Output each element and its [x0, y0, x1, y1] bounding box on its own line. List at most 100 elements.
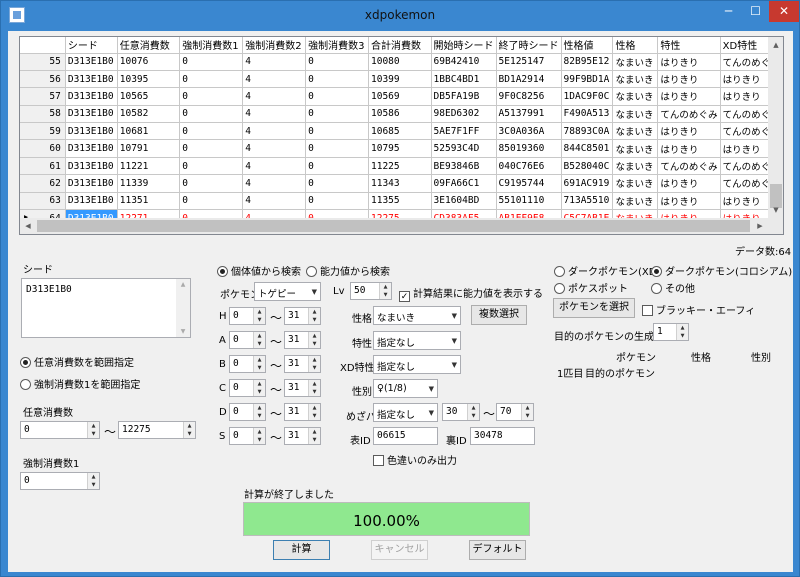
grid-cell[interactable]: D313E1B0 [65, 157, 118, 176]
table-row[interactable]: 62 D313E1B0 11339 0 4 0 11343 09FA66C1 C9195744 6… [20, 174, 783, 193]
table-row[interactable]: 63 D313E1B0 11351 0 4 0 11355 3E1604BD 55101110 7… [20, 192, 783, 211]
grid-cell[interactable]: BE93846B [431, 157, 497, 176]
grid-cell[interactable]: なまいき [612, 53, 659, 71]
grid-cell[interactable]: D313E1B0 [65, 174, 118, 193]
grid-cell[interactable]: 69B42410 [431, 53, 497, 71]
scroll-right-icon[interactable]: ▶ [752, 218, 768, 234]
calculate-button[interactable]: 計算 [273, 540, 330, 560]
stepper-arrows-icon[interactable]: ▲ ▼ [253, 308, 265, 324]
grid-cell[interactable]: 55101110 [496, 192, 562, 211]
grid-column-header[interactable]: 強制消費数2 [242, 37, 307, 54]
stepper-arrows-icon[interactable]: ▲ ▼ [253, 332, 265, 348]
grid-column-header[interactable]: 性格 [612, 37, 659, 54]
grid-horizontal-scrollbar[interactable]: ◀ ▶ [20, 218, 768, 234]
grid-cell[interactable]: なまいき [612, 87, 659, 106]
scroll-down-icon[interactable]: ▼ [768, 202, 783, 218]
stepper-arrows-icon[interactable]: ▲ ▼ [253, 428, 265, 444]
title-bar[interactable]: xdpokemon ─ ☐ ✕ [1, 1, 799, 31]
optional-min-stepper[interactable]: 0 ▲ ▼ [20, 421, 100, 439]
stepper-arrows-icon[interactable]: ▲ ▼ [253, 380, 265, 396]
grid-cell[interactable]: はりきり [657, 53, 721, 71]
stepper-arrows-icon[interactable]: ▲ ▼ [308, 332, 320, 348]
grid-cell[interactable]: 78893C0A [561, 122, 614, 141]
grid-cell[interactable]: 0 [305, 174, 370, 193]
grid-cell[interactable]: D313E1B0 [65, 53, 118, 71]
grid-cell[interactable]: 5E125147 [496, 53, 562, 71]
grid-cell[interactable]: 10565 [117, 87, 181, 106]
grid-cell[interactable]: 1BBC4BD1 [431, 70, 497, 89]
nature-select[interactable]: なまいき ▼ [373, 306, 461, 325]
grid-cell[interactable]: 82B95E12 [561, 53, 614, 71]
radio-other[interactable]: その他 [651, 280, 695, 295]
stepper-arrows-icon[interactable]: ▲ ▼ [521, 404, 533, 420]
grid-cell[interactable]: てんのめぐみ [657, 105, 721, 124]
hp-power-max-stepper[interactable]: 70 ▲ ▼ [496, 403, 534, 421]
grid-column-header[interactable]: 任意消費数 [117, 37, 181, 54]
grid-cell[interactable]: 5AE7F1FF [431, 122, 497, 141]
grid-cell[interactable]: 4 [242, 174, 307, 193]
grid-cell[interactable]: 10080 [368, 53, 432, 71]
grid-cell[interactable]: B528040C [561, 157, 614, 176]
show-stats-checkbox[interactable]: ✓ 計算結果に能力値を表示する [399, 285, 543, 302]
grid-cell[interactable]: 10681 [117, 122, 181, 141]
iv-max-stepper[interactable]: 31 ▲ ▼ [284, 379, 321, 397]
grid-vertical-scrollbar[interactable]: ▲ ▼ [768, 37, 783, 218]
grid-cell[interactable]: 11339 [117, 174, 181, 193]
table-row[interactable]: 57 D313E1B0 10565 0 4 0 10569 DB5FA19B 9F0C8256 1… [20, 87, 783, 106]
stepper-arrows-icon[interactable]: ▲ ▼ [183, 422, 195, 438]
grid-cell[interactable]: 52593C4D [431, 139, 497, 158]
grid-cell[interactable]: 99F9BD1A [561, 70, 614, 89]
grid-column-header[interactable]: 特性 [657, 37, 721, 54]
grid-cell[interactable]: 11355 [368, 192, 432, 211]
table-row[interactable]: 61 D313E1B0 11221 0 4 0 11225 BE93846B 040C76E6 B… [20, 157, 783, 176]
pokemon-select[interactable]: トゲピー ▼ [254, 282, 321, 301]
iv-min-stepper[interactable]: 0 ▲ ▼ [229, 427, 266, 445]
grid-cell[interactable]: 11351 [117, 192, 181, 211]
minimize-button[interactable]: ─ [715, 1, 742, 22]
level-stepper[interactable]: 50 ▲ ▼ [350, 282, 392, 300]
stepper-arrows-icon[interactable]: ▲ ▼ [253, 356, 265, 372]
generation-order-stepper[interactable]: 1 ▲ ▼ [653, 323, 689, 341]
grid-cell[interactable]: 10795 [368, 139, 432, 158]
row-header[interactable]: 60 [20, 139, 66, 158]
grid-cell[interactable]: 0 [179, 87, 244, 106]
grid-cell[interactable]: 0 [305, 122, 370, 141]
grid-cell[interactable]: D313E1B0 [65, 105, 118, 124]
grid-cell[interactable]: はりきり [657, 174, 721, 193]
grid-cell[interactable]: 10076 [117, 53, 181, 71]
select-pokemon-button[interactable]: ポケモンを選択 [553, 298, 635, 318]
grid-cell[interactable]: 98ED6302 [431, 105, 497, 124]
grid-cell[interactable]: 10395 [117, 70, 181, 89]
trainer-id-input[interactable]: 06615 [373, 427, 438, 445]
seed-scroll-up-icon[interactable]: ▲ [176, 281, 190, 288]
grid-cell[interactable]: 11221 [117, 157, 181, 176]
grid-cell[interactable]: 4 [242, 105, 307, 124]
table-row[interactable]: 60 D313E1B0 10791 0 4 0 10795 52593C4D 85019360 8… [20, 139, 783, 158]
grid-cell[interactable]: 10791 [117, 139, 181, 158]
iv-max-stepper[interactable]: 31 ▲ ▼ [284, 403, 321, 421]
grid-cell[interactable]: 4 [242, 53, 307, 71]
stepper-arrows-icon[interactable]: ▲ ▼ [87, 473, 99, 489]
xd-ability-select[interactable]: 指定なし ▼ [373, 355, 461, 374]
grid-cell[interactable]: 11225 [368, 157, 432, 176]
cancel-button[interactable]: キャンセル [371, 540, 428, 560]
row-header[interactable]: 61 [20, 157, 66, 176]
radio-stat-search[interactable]: 能力値から検索 [306, 263, 390, 278]
stepper-arrows-icon[interactable]: ▲ ▼ [467, 404, 479, 420]
default-button[interactable]: デフォルト [469, 540, 526, 560]
stepper-arrows-icon[interactable]: ▲ ▼ [308, 380, 320, 396]
iv-min-stepper[interactable]: 0 ▲ ▼ [229, 355, 266, 373]
grid-cell[interactable]: 691AC919 [561, 174, 614, 193]
grid-cell[interactable]: F490A513 [561, 105, 614, 124]
seed-scroll-down-icon[interactable]: ▼ [176, 328, 190, 335]
row-header[interactable]: 55 [20, 53, 66, 71]
stepper-arrows-icon[interactable]: ▲ ▼ [676, 324, 688, 340]
stepper-arrows-icon[interactable]: ▲ ▼ [87, 422, 99, 438]
hp-power-min-stepper[interactable]: 30 ▲ ▼ [442, 403, 480, 421]
iv-max-stepper[interactable]: 31 ▲ ▼ [284, 427, 321, 445]
grid-cell[interactable]: 1DAC9F0C [561, 87, 614, 106]
grid-cell[interactable]: 10399 [368, 70, 432, 89]
grid-cell[interactable]: 0 [305, 53, 370, 71]
radio-forced1-range[interactable]: 強制消費数1を範囲指定 [20, 376, 140, 391]
grid-cell[interactable]: 4 [242, 192, 307, 211]
